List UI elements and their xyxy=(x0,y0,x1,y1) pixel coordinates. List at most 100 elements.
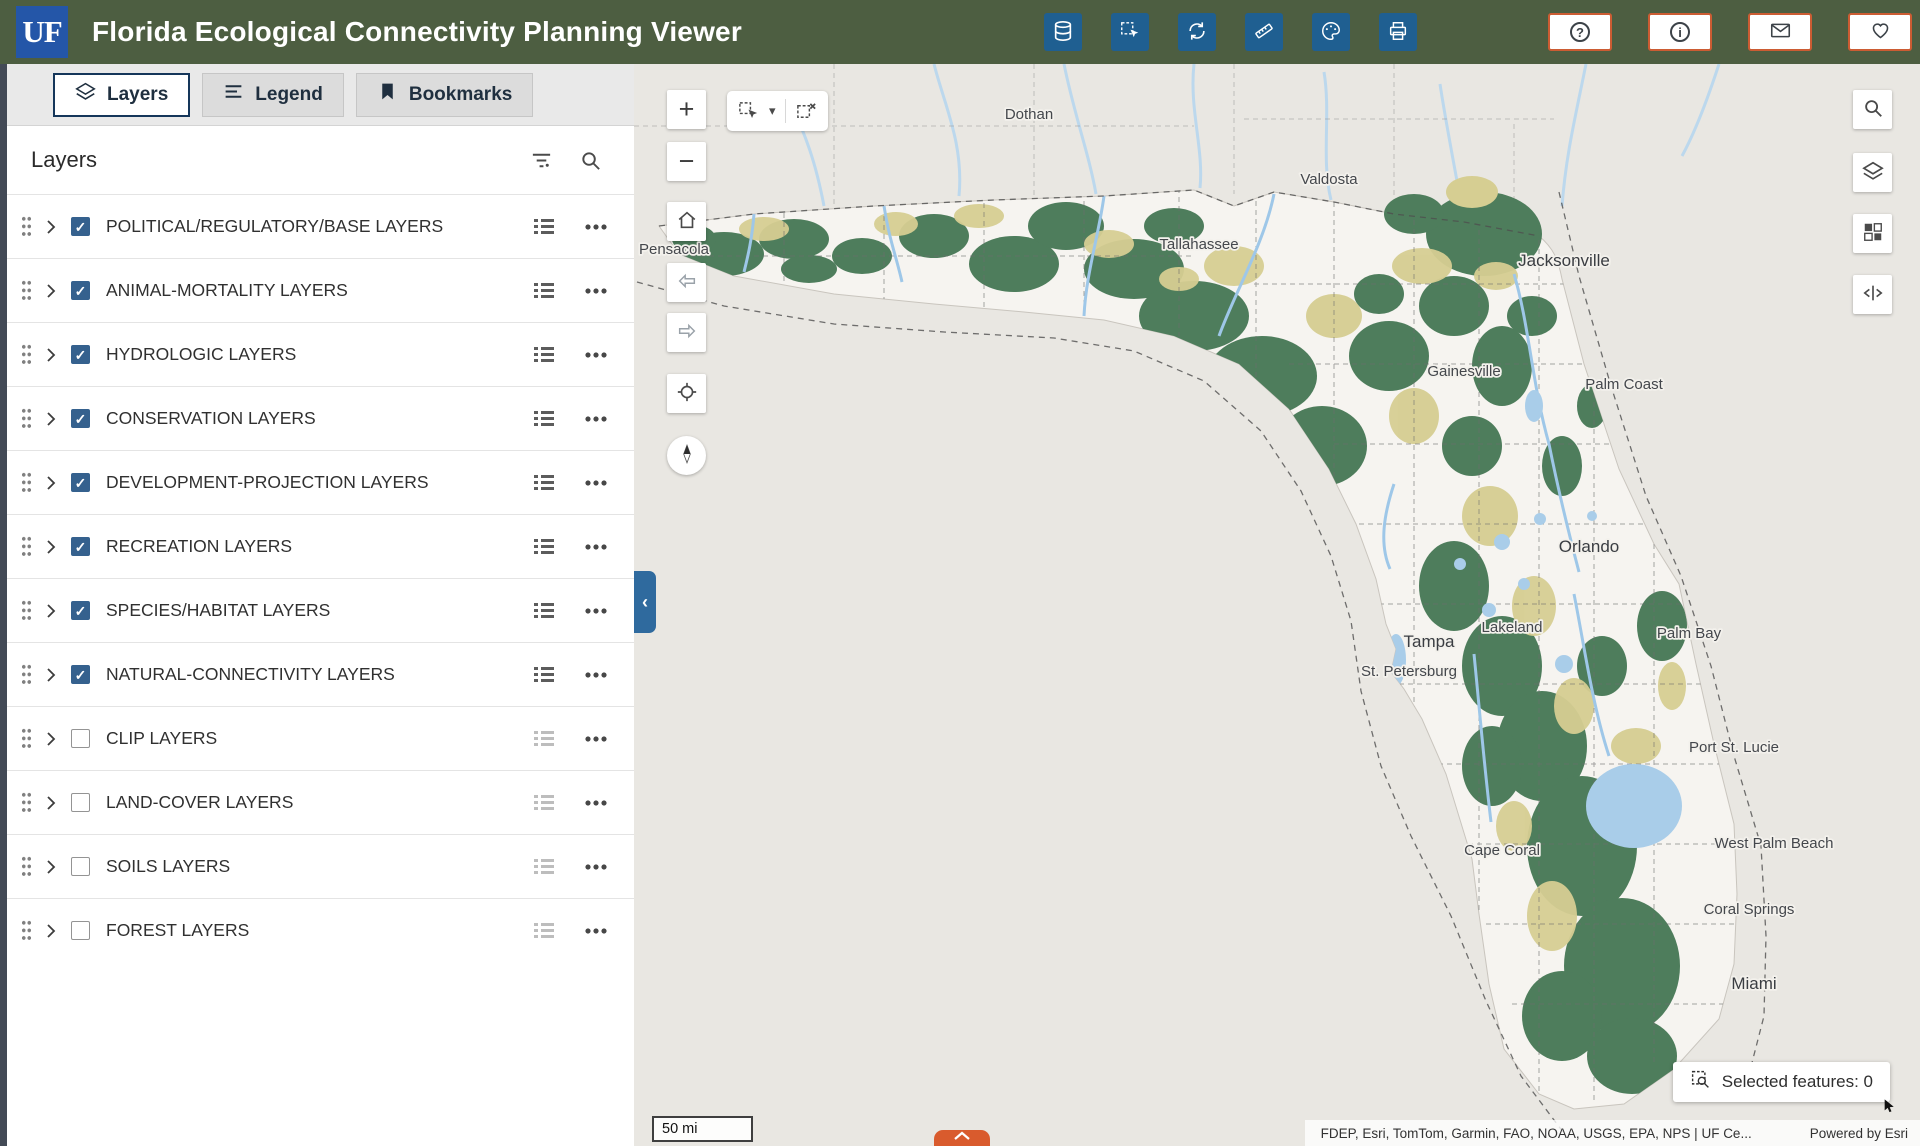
map-search-button[interactable] xyxy=(1853,90,1892,129)
layer-checkbox[interactable] xyxy=(71,217,90,236)
legend-list-icon[interactable] xyxy=(534,602,554,619)
layer-checkbox[interactable] xyxy=(71,409,90,428)
expand-chevron-icon[interactable] xyxy=(46,475,56,491)
layer-row: CLIP LAYERS xyxy=(7,706,634,770)
dropdown-caret-icon[interactable]: ▾ xyxy=(769,103,776,119)
expand-chevron-icon[interactable] xyxy=(46,667,56,683)
clear-selection-icon[interactable] xyxy=(795,100,818,123)
layer-list-button[interactable] xyxy=(1853,153,1892,192)
collapse-panel-handle[interactable]: ‹ xyxy=(634,571,656,633)
basemap[interactable]: DothanValdostaTallahasseeJacksonvillePen… xyxy=(634,64,1920,1146)
expand-chevron-icon[interactable] xyxy=(46,219,56,235)
print-button[interactable] xyxy=(1379,13,1417,51)
drag-handle-icon[interactable] xyxy=(21,407,32,430)
tab-bookmarks[interactable]: Bookmarks xyxy=(356,73,534,117)
search-icon[interactable] xyxy=(579,149,602,172)
drag-handle-icon[interactable] xyxy=(21,279,32,302)
options-menu-icon[interactable] xyxy=(584,416,608,422)
layer-checkbox[interactable] xyxy=(71,601,90,620)
help-button[interactable]: ? xyxy=(1548,13,1612,51)
drag-handle-icon[interactable] xyxy=(21,919,32,942)
tab-legend[interactable]: Legend xyxy=(202,73,344,117)
select-by-rectangle-icon[interactable] xyxy=(737,100,760,123)
options-menu-icon[interactable] xyxy=(584,480,608,486)
layer-checkbox[interactable] xyxy=(71,729,90,748)
layer-checkbox[interactable] xyxy=(71,921,90,940)
legend-list-icon[interactable] xyxy=(534,282,554,299)
drag-handle-icon[interactable] xyxy=(21,215,32,238)
legend-list-icon[interactable] xyxy=(534,346,554,363)
expand-chevron-icon[interactable] xyxy=(46,603,56,619)
map-canvas[interactable]: DothanValdostaTallahasseeJacksonvillePen… xyxy=(634,64,1920,1146)
legend-list-icon[interactable] xyxy=(534,794,554,811)
draw-button[interactable] xyxy=(1312,13,1350,51)
legend-list-icon[interactable] xyxy=(534,922,554,939)
layer-row: DEVELOPMENT-PROJECTION LAYERS xyxy=(7,450,634,514)
legend-list-icon[interactable] xyxy=(534,730,554,747)
drag-handle-icon[interactable] xyxy=(21,663,32,686)
compass-button[interactable] xyxy=(667,436,706,475)
expand-chevron-icon[interactable] xyxy=(46,859,56,875)
expand-chevron-icon[interactable] xyxy=(46,923,56,939)
zoom-in-button[interactable]: + xyxy=(667,90,706,129)
expand-chevron-icon[interactable] xyxy=(46,539,56,555)
drag-handle-icon[interactable] xyxy=(21,855,32,878)
legend-list-icon[interactable] xyxy=(534,474,554,491)
drag-handle-icon[interactable] xyxy=(21,599,32,622)
layer-checkbox[interactable] xyxy=(71,537,90,556)
tab-layers[interactable]: Layers xyxy=(53,73,190,117)
options-menu-icon[interactable] xyxy=(584,288,608,294)
drag-handle-icon[interactable] xyxy=(21,535,32,558)
filter-icon[interactable] xyxy=(530,149,553,172)
layer-checkbox[interactable] xyxy=(71,857,90,876)
collapsed-panel-strip[interactable] xyxy=(0,64,7,1146)
next-extent-button[interactable] xyxy=(667,313,706,352)
expand-chevron-icon[interactable] xyxy=(46,411,56,427)
zoom-out-button[interactable]: − xyxy=(667,142,706,181)
options-menu-icon[interactable] xyxy=(584,800,608,806)
legend-list-icon[interactable] xyxy=(534,410,554,427)
select-features-button[interactable] xyxy=(1111,13,1149,51)
layer-checkbox[interactable] xyxy=(71,665,90,684)
basemap-gallery-button[interactable] xyxy=(1853,214,1892,253)
legend-list-icon[interactable] xyxy=(534,858,554,875)
options-menu-icon[interactable] xyxy=(584,736,608,742)
expand-chevron-icon[interactable] xyxy=(46,795,56,811)
home-button[interactable] xyxy=(667,202,706,241)
options-menu-icon[interactable] xyxy=(584,864,608,870)
expand-chevron-icon[interactable] xyxy=(46,731,56,747)
legend-list-icon[interactable] xyxy=(534,218,554,235)
layer-checkbox[interactable] xyxy=(71,793,90,812)
locate-button[interactable] xyxy=(667,374,706,413)
options-menu-icon[interactable] xyxy=(584,608,608,614)
options-menu-icon[interactable] xyxy=(584,544,608,550)
swipe-button[interactable] xyxy=(1853,275,1892,314)
drag-handle-icon[interactable] xyxy=(21,471,32,494)
options-menu-icon[interactable] xyxy=(584,224,608,230)
selected-features-badge[interactable]: Selected features: 0 xyxy=(1673,1062,1890,1102)
favorite-button[interactable] xyxy=(1848,13,1912,51)
layer-row: POLITICAL/REGULATORY/BASE LAYERS xyxy=(7,194,634,258)
options-menu-icon[interactable] xyxy=(584,672,608,678)
refresh-button[interactable] xyxy=(1178,13,1216,51)
drag-handle-icon[interactable] xyxy=(21,343,32,366)
database-button[interactable] xyxy=(1044,13,1082,51)
previous-extent-button[interactable] xyxy=(667,263,706,302)
measure-button[interactable] xyxy=(1245,13,1283,51)
zoom-in-icon: + xyxy=(679,96,695,123)
info-button[interactable]: i xyxy=(1648,13,1712,51)
drag-handle-icon[interactable] xyxy=(21,791,32,814)
options-menu-icon[interactable] xyxy=(584,928,608,934)
panel-title: Layers xyxy=(31,147,504,173)
layer-checkbox[interactable] xyxy=(71,345,90,364)
legend-list-icon[interactable] xyxy=(534,666,554,683)
layer-checkbox[interactable] xyxy=(71,473,90,492)
expand-chevron-icon[interactable] xyxy=(46,347,56,363)
layer-checkbox[interactable] xyxy=(71,281,90,300)
legend-list-icon[interactable] xyxy=(534,538,554,555)
contact-button[interactable] xyxy=(1748,13,1812,51)
options-menu-icon[interactable] xyxy=(584,352,608,358)
expand-widget-button[interactable] xyxy=(934,1130,990,1146)
drag-handle-icon[interactable] xyxy=(21,727,32,750)
expand-chevron-icon[interactable] xyxy=(46,283,56,299)
